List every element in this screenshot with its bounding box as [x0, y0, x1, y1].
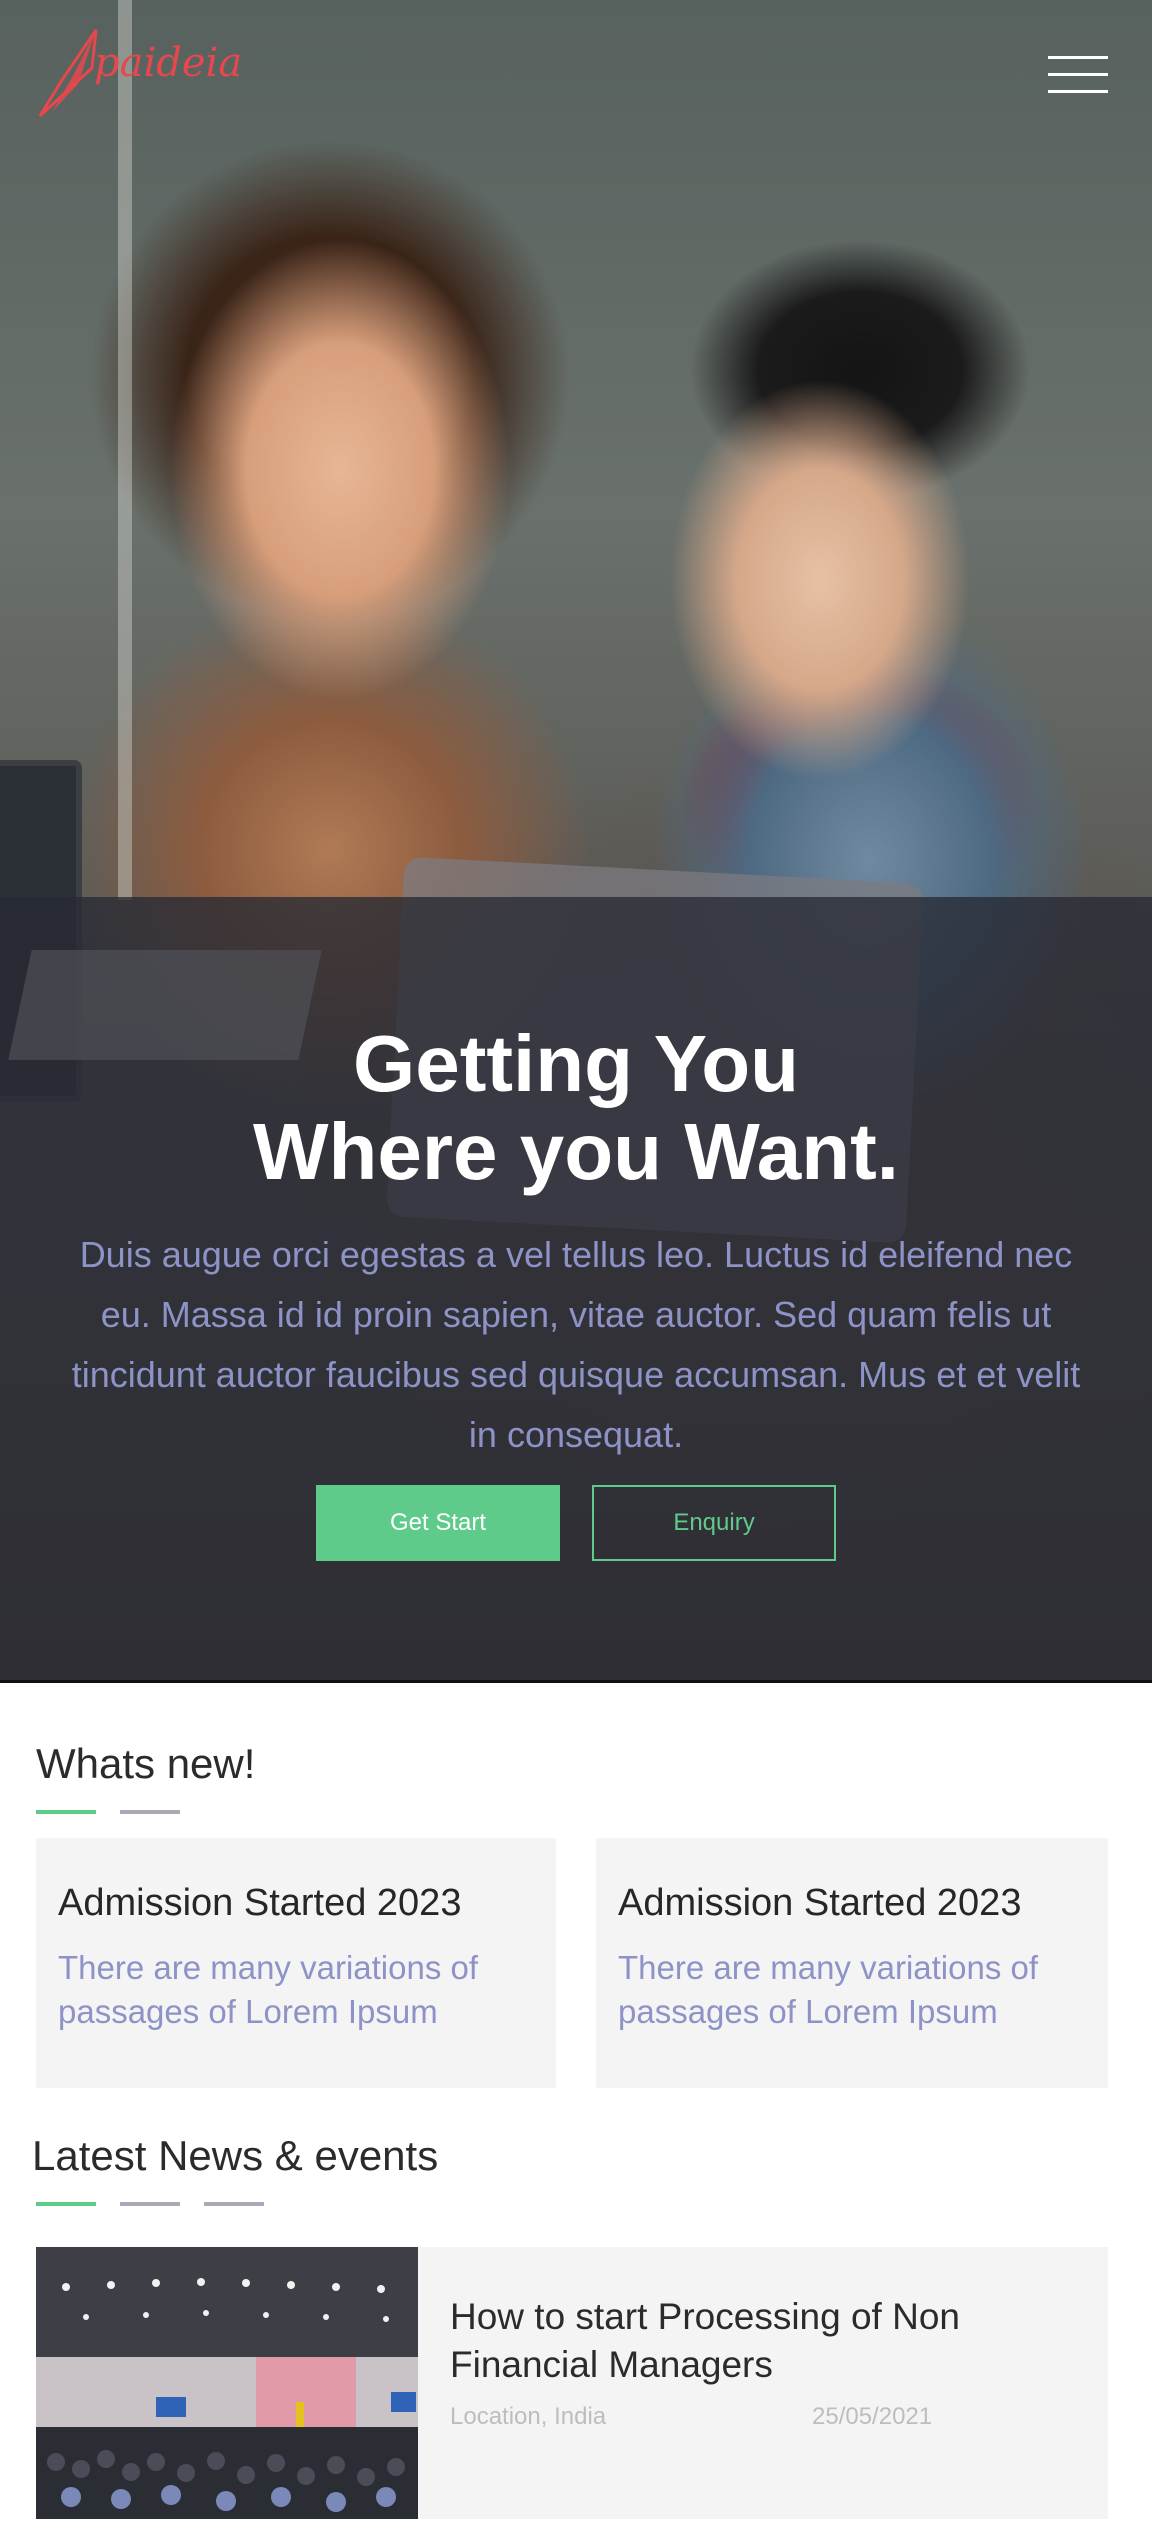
title-underline-tertiary [204, 2202, 264, 2206]
hero-divider [0, 1680, 1152, 1683]
event-photo-illustration [36, 2247, 418, 2519]
title-underline-secondary [120, 2202, 180, 2206]
title-underline-accent [36, 2202, 96, 2206]
hero-section: paideia Getting You Where you Want. Duis… [0, 0, 1152, 1683]
event-card[interactable]: How to start Processing of Non Financial… [36, 2247, 1108, 2519]
latest-news-title: Latest News & events [32, 2132, 439, 2179]
background-pillar [118, 0, 132, 900]
get-start-button[interactable]: Get Start [316, 1485, 560, 1561]
brand-name: paideia [94, 40, 243, 86]
news-card-2[interactable]: Admission Started 2023 There are many va… [596, 1838, 1108, 2088]
title-underline-secondary [120, 1810, 180, 1814]
title-underline-accent [36, 1810, 96, 1814]
card-text: There are many variations of passages of… [58, 1949, 479, 2030]
hero-title-line1: Getting You [353, 1019, 799, 1108]
hero-title-line2: Where you Want. [253, 1107, 899, 1196]
brand-logo[interactable]: paideia [34, 28, 244, 123]
hero-title: Getting You Where you Want. [0, 1020, 1152, 1196]
event-title: How to start Processing of Non Financial… [450, 2296, 960, 2385]
card-text: There are many variations of passages of… [618, 1949, 1039, 2030]
event-photo [36, 2247, 418, 2519]
hamburger-menu-icon[interactable] [1048, 56, 1108, 94]
whats-new-title: Whats new! [36, 1740, 256, 1787]
hero-description: Duis augue orci egestas a vel tellus leo… [71, 1234, 1081, 1455]
card-title: Admission Started 2023 [618, 1882, 1022, 1924]
card-title: Admission Started 2023 [58, 1882, 462, 1924]
news-card-1[interactable]: Admission Started 2023 There are many va… [36, 1838, 556, 2088]
enquiry-button[interactable]: Enquiry [592, 1485, 836, 1561]
event-date: 25/05/2021 [812, 2403, 933, 2430]
event-location: Location, India [450, 2403, 607, 2430]
